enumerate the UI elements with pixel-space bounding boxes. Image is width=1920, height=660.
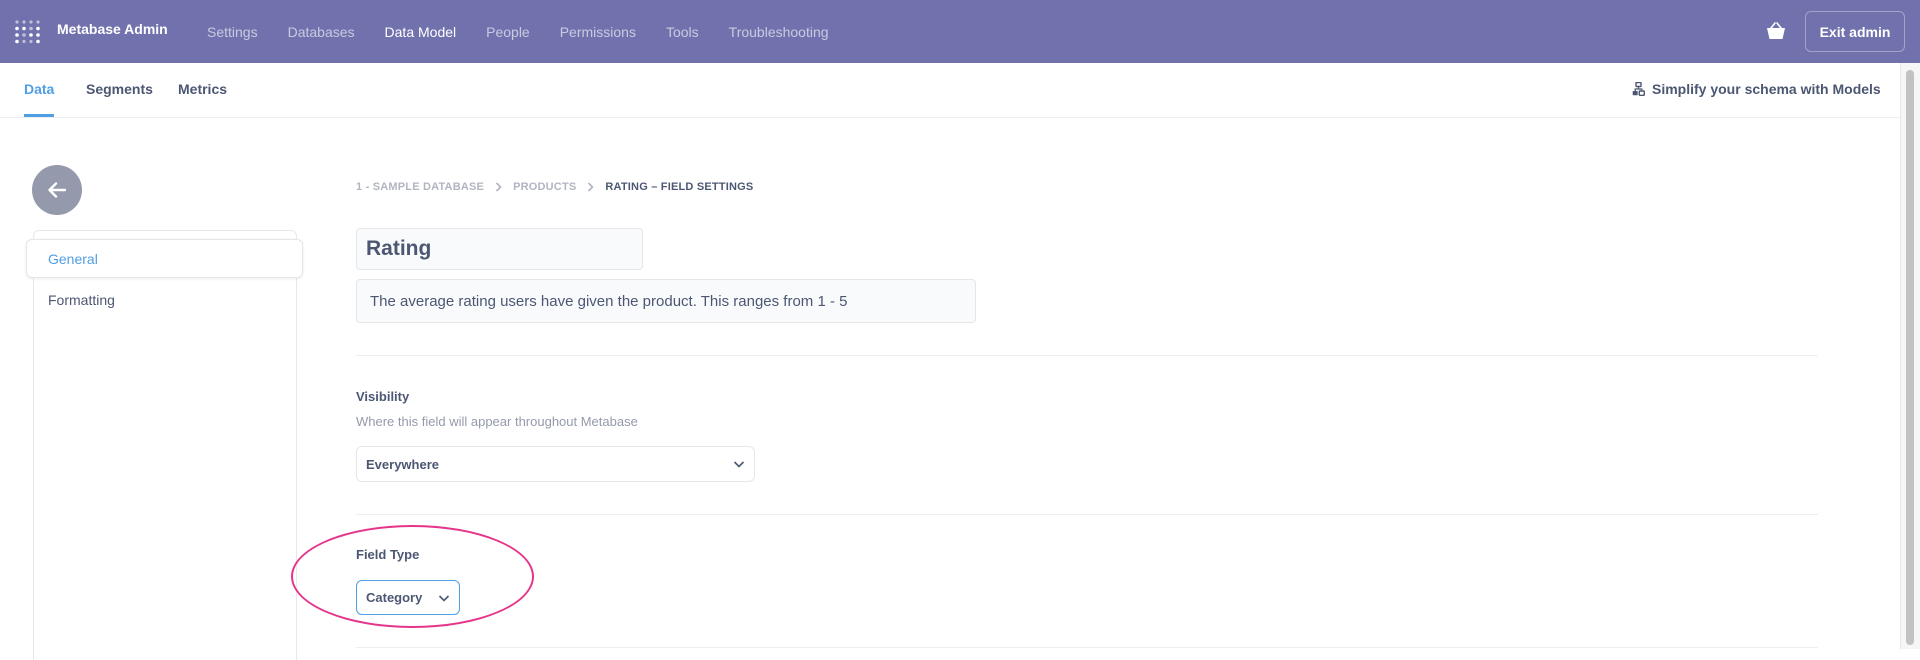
- admin-nav-troubleshooting[interactable]: Troubleshooting: [729, 24, 829, 40]
- section-divider: [356, 355, 1818, 356]
- admin-nav-databases[interactable]: Databases: [288, 24, 355, 40]
- field-type-select[interactable]: Category: [356, 580, 460, 615]
- tab-metrics[interactable]: Metrics: [178, 81, 227, 97]
- chevron-down-icon: [438, 594, 450, 602]
- arrow-left-icon: [48, 182, 66, 198]
- chevron-right-icon: [587, 182, 595, 192]
- field-name-input[interactable]: Rating: [356, 228, 643, 270]
- app-title: Metabase Admin: [57, 21, 168, 37]
- admin-nav-settings[interactable]: Settings: [207, 24, 258, 40]
- visibility-title: Visibility: [356, 389, 410, 404]
- field-type-title: Field Type: [356, 547, 420, 562]
- admin-navbar: Metabase Admin Settings Databases Data M…: [0, 0, 1920, 63]
- visibility-description: Where this field will appear throughout …: [356, 414, 638, 429]
- sidebar-item-label: General: [48, 250, 98, 267]
- admin-nav-menu: Settings Databases Data Model People Per…: [207, 0, 859, 63]
- field-name-value: Rating: [366, 237, 432, 260]
- section-divider: [356, 514, 1818, 515]
- basket-icon[interactable]: [1766, 22, 1786, 40]
- admin-nav-data-model[interactable]: Data Model: [385, 24, 457, 40]
- admin-nav-tools[interactable]: Tools: [666, 24, 699, 40]
- breadcrumb-table[interactable]: PRODUCTS: [513, 181, 576, 193]
- metabase-logo-icon[interactable]: [14, 19, 42, 45]
- tab-data[interactable]: Data: [24, 81, 54, 97]
- section-divider: [356, 647, 1818, 648]
- field-description-input[interactable]: The average rating users have given the …: [356, 279, 976, 323]
- tab-segments[interactable]: Segments: [86, 81, 153, 97]
- breadcrumb-current: RATING – FIELD SETTINGS: [605, 181, 754, 193]
- back-button[interactable]: [32, 165, 82, 215]
- field-description-value: The average rating users have given the …: [370, 292, 848, 310]
- admin-nav-people[interactable]: People: [486, 24, 530, 40]
- breadcrumb-database[interactable]: 1 - SAMPLE DATABASE: [356, 181, 484, 193]
- sidebar-item-general[interactable]: General: [26, 239, 303, 278]
- model-icon: [1632, 82, 1645, 96]
- data-model-tabs: Data Segments Metrics Simplify your sche…: [0, 63, 1900, 118]
- chevron-down-icon: [733, 461, 745, 468]
- visibility-select-value: Everywhere: [366, 456, 439, 472]
- field-type-select-value: Category: [366, 590, 423, 605]
- visibility-select[interactable]: Everywhere: [356, 446, 755, 482]
- sidebar-item-formatting[interactable]: Formatting: [48, 292, 115, 308]
- exit-admin-button[interactable]: Exit admin: [1805, 11, 1905, 52]
- simplify-schema-models-link[interactable]: Simplify your schema with Models: [1632, 81, 1881, 97]
- admin-nav-permissions[interactable]: Permissions: [560, 24, 636, 40]
- chevron-right-icon: [495, 182, 502, 192]
- active-tab-indicator: [24, 114, 54, 117]
- sidebar-item-label: Formatting: [48, 292, 115, 308]
- breadcrumb: 1 - SAMPLE DATABASE PRODUCTS RATING – FI…: [356, 181, 753, 193]
- models-link-label: Simplify your schema with Models: [1652, 81, 1881, 97]
- page-scrollbar-thumb[interactable]: [1906, 70, 1914, 645]
